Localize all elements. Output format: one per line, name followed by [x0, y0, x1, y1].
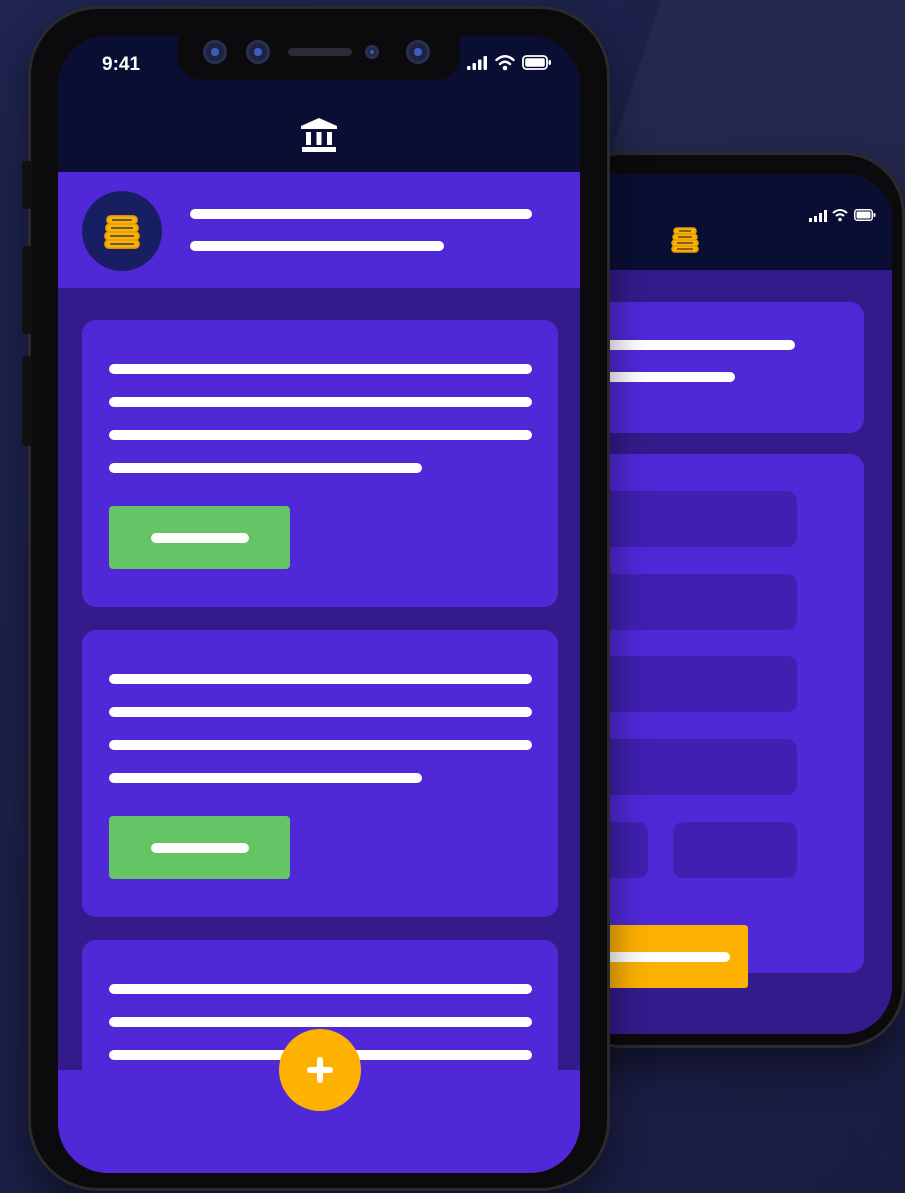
card-action-button[interactable] — [109, 816, 290, 879]
mute-switch — [22, 161, 32, 209]
card-text-line — [109, 364, 532, 374]
card-text-line — [109, 674, 532, 684]
plus-icon — [307, 1057, 333, 1083]
content-card — [82, 320, 558, 607]
sensor — [365, 45, 379, 59]
front-screen: 9:41 — [58, 36, 580, 1173]
account-detail-line — [190, 241, 444, 251]
card-text-line — [109, 430, 532, 440]
card-action-label — [151, 533, 249, 543]
notch — [178, 36, 460, 80]
avatar — [82, 191, 162, 271]
wifi-icon — [495, 55, 515, 71]
signal-icon — [467, 56, 487, 70]
camera — [203, 40, 227, 64]
card-action-label — [151, 843, 249, 853]
account-name-line — [190, 209, 532, 219]
content-card — [82, 630, 558, 917]
back-phone — [560, 152, 905, 1048]
card-text-line — [109, 984, 532, 994]
coins-icon — [671, 227, 699, 253]
card-text-line — [109, 1017, 532, 1027]
status-time: 9:41 — [102, 54, 141, 75]
add-button[interactable] — [279, 1029, 361, 1111]
form-card — [574, 454, 864, 988]
volume-down-button — [22, 356, 32, 446]
coins-icon — [104, 215, 140, 249]
info-card — [574, 302, 864, 433]
card-text-line — [109, 740, 532, 750]
card-text-line — [109, 397, 532, 407]
form-field-half[interactable] — [673, 822, 797, 878]
speaker — [288, 48, 352, 56]
camera — [246, 40, 270, 64]
back-header — [574, 174, 892, 270]
volume-up-button — [22, 246, 32, 334]
account-summary[interactable] — [58, 172, 580, 288]
bank-icon[interactable] — [300, 116, 338, 154]
card-text-line — [109, 463, 422, 473]
card-action-button[interactable] — [109, 506, 290, 569]
card-text-line — [109, 707, 532, 717]
card-text-line — [109, 773, 422, 783]
wifi-icon — [832, 209, 848, 222]
battery-icon — [522, 55, 551, 70]
battery-icon — [854, 209, 876, 221]
front-phone: 9:41 — [22, 6, 610, 1191]
back-screen — [574, 174, 892, 1034]
signal-icon — [809, 210, 827, 222]
camera — [406, 40, 430, 64]
